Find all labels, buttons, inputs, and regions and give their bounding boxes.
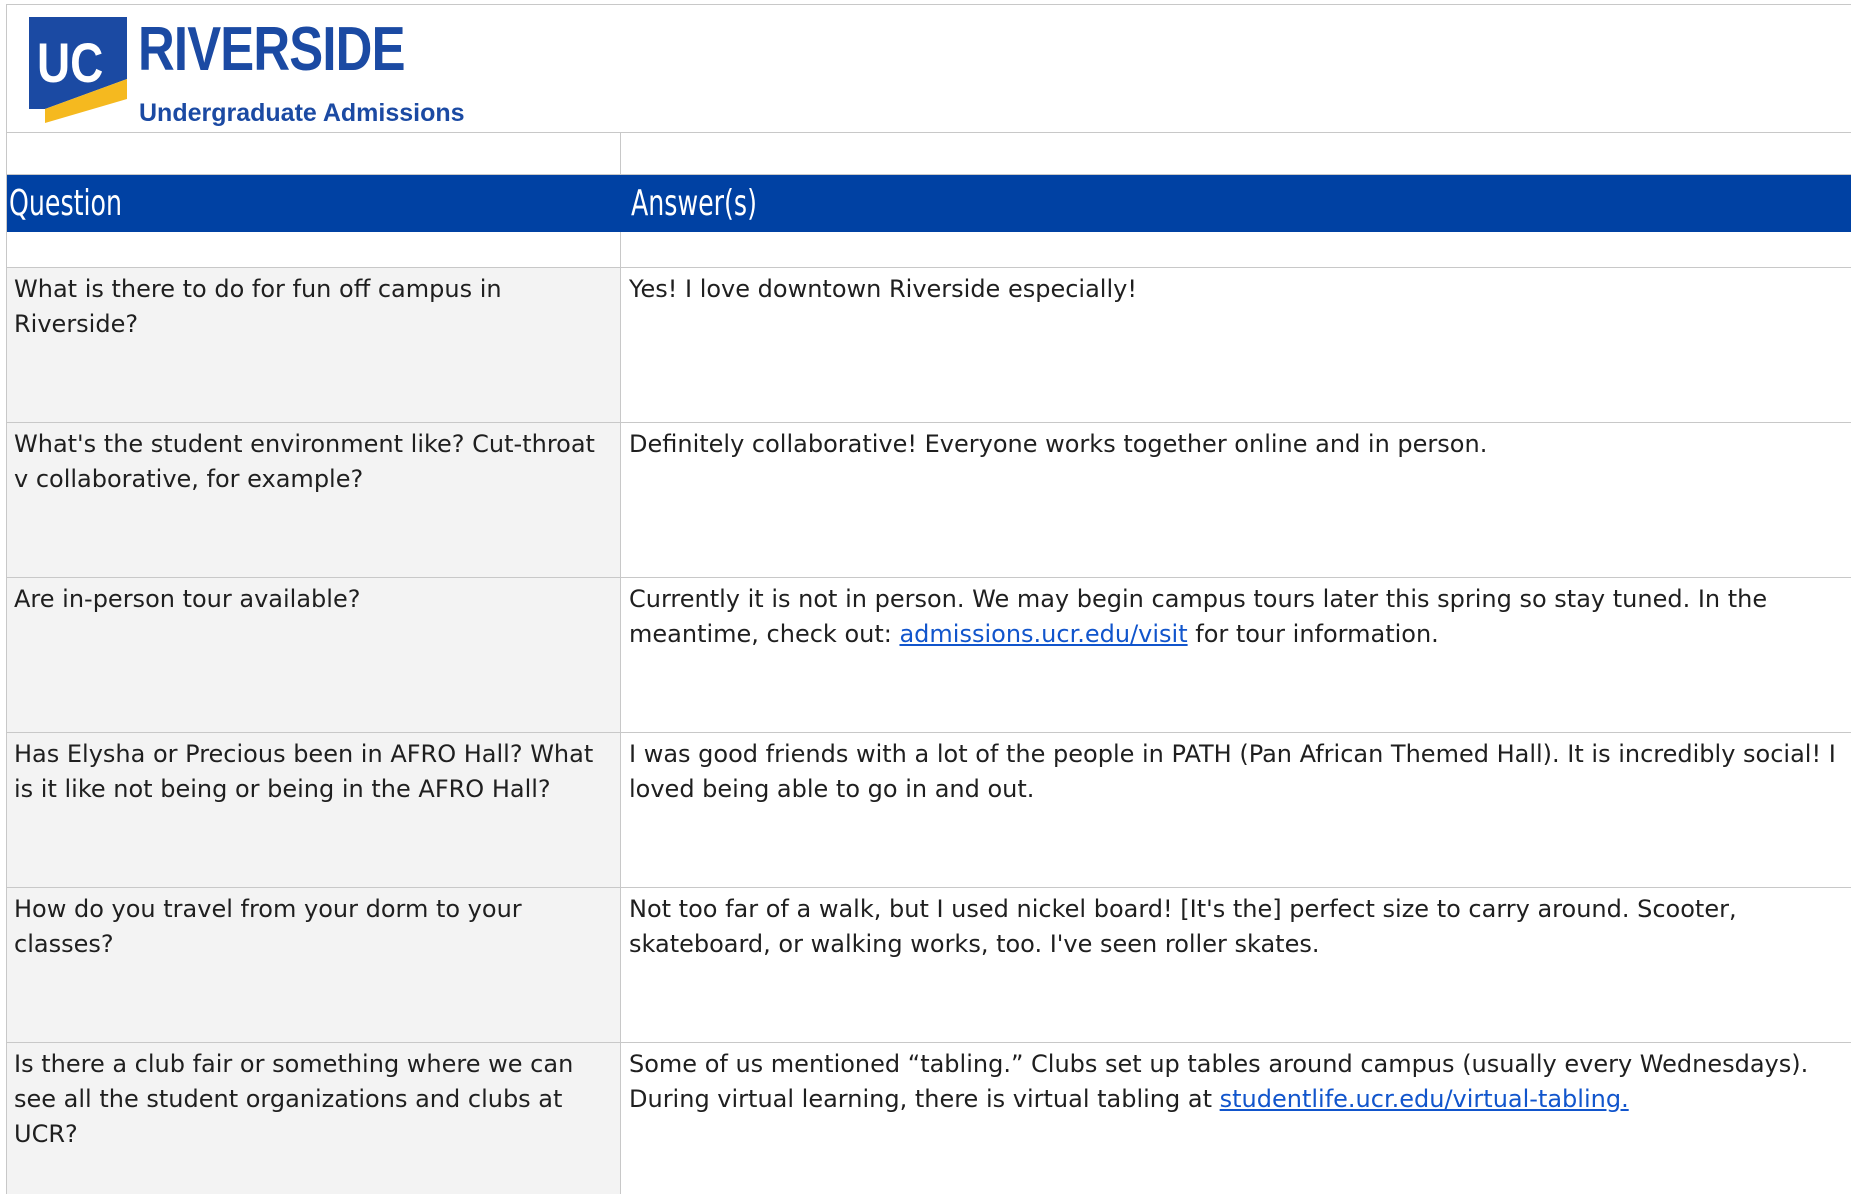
- answer-text: Yes! I love downtown Riverside especiall…: [629, 275, 1137, 303]
- answer-cell[interactable]: Not too far of a walk, but I used nickel…: [621, 888, 1851, 1043]
- table-row: Are in-person tour available? Currently i…: [7, 578, 1851, 733]
- blank-row: [7, 232, 1851, 268]
- spreadsheet: UC RIVERSIDE Undergraduate Admissions Qu…: [6, 4, 1851, 1194]
- empty-cell[interactable]: [621, 232, 1851, 268]
- question-cell[interactable]: How do you travel from your dorm to your…: [7, 888, 621, 1043]
- empty-cell[interactable]: [7, 232, 621, 268]
- question-cell[interactable]: What's the student environment like? Cut…: [7, 423, 621, 578]
- answer-cell[interactable]: Some of us mentioned “tabling.” Clubs se…: [621, 1043, 1851, 1194]
- answer-text: I was good friends with a lot of the peo…: [629, 740, 1836, 803]
- answer-cell[interactable]: I was good friends with a lot of the peo…: [621, 733, 1851, 888]
- logo-subtitle: Undergraduate Admissions: [139, 99, 465, 127]
- empty-cell[interactable]: [7, 133, 621, 175]
- answer-link[interactable]: studentlife.ucr.edu/virtual-tabling.: [1220, 1085, 1629, 1113]
- answer-text-after: for tour information.: [1187, 620, 1439, 648]
- ucr-logo: UC RIVERSIDE Undergraduate Admissions: [23, 13, 473, 131]
- answer-cell[interactable]: Yes! I love downtown Riverside especiall…: [621, 268, 1851, 423]
- column-header-answers[interactable]: Answer(s): [621, 175, 1851, 232]
- question-cell[interactable]: Is there a club fair or something where …: [7, 1043, 621, 1194]
- table-row: What is there to do for fun off campus i…: [7, 268, 1851, 423]
- logo-riverside-text: RIVERSIDE: [138, 15, 405, 84]
- logo-uc-text: UC: [37, 31, 104, 94]
- table-row: Has Elysha or Precious been in AFRO Hall…: [7, 733, 1851, 888]
- logo-row: UC RIVERSIDE Undergraduate Admissions: [7, 5, 1851, 133]
- answer-text: Not too far of a walk, but I used nickel…: [629, 895, 1737, 958]
- table-row: What's the student environment like? Cut…: [7, 423, 1851, 578]
- column-header-answers-label: Answer(s): [631, 183, 757, 224]
- question-cell[interactable]: Are in-person tour available?: [7, 578, 621, 733]
- spacer-row: [7, 133, 1851, 175]
- answer-text: Some of us mentioned “tabling.” Clubs se…: [629, 1050, 1809, 1113]
- table-row: How do you travel from your dorm to your…: [7, 888, 1851, 1043]
- answer-link[interactable]: admissions.ucr.edu/visit: [899, 620, 1187, 648]
- question-cell[interactable]: What is there to do for fun off campus i…: [7, 268, 621, 423]
- answer-cell[interactable]: Currently it is not in person. We may be…: [621, 578, 1851, 733]
- column-header-question[interactable]: Question: [7, 175, 621, 232]
- table-row: Is there a club fair or something where …: [7, 1043, 1851, 1194]
- column-header-question-label: Question: [9, 183, 123, 224]
- question-cell[interactable]: Has Elysha or Precious been in AFRO Hall…: [7, 733, 621, 888]
- empty-cell[interactable]: [621, 133, 1851, 175]
- answer-cell[interactable]: Definitely collaborative! Everyone works…: [621, 423, 1851, 578]
- answer-text: Definitely collaborative! Everyone works…: [629, 430, 1488, 458]
- header-row: Question Answer(s): [7, 175, 1851, 232]
